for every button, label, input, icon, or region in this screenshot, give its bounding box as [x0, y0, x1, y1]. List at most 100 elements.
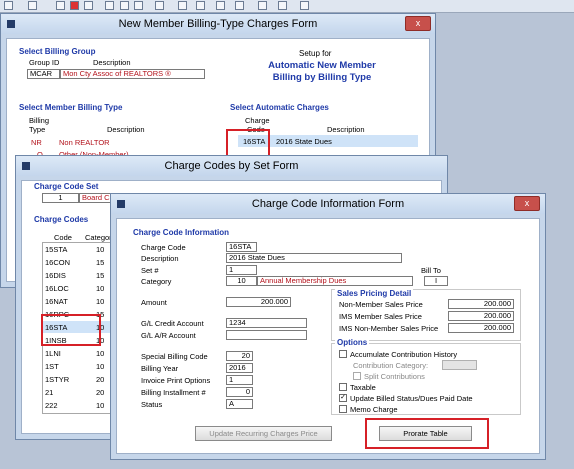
ims-member-price-field[interactable]: 200.000 — [448, 311, 514, 321]
list-item-code[interactable]: 1STYR — [45, 375, 69, 384]
accumulate-label: Accumulate Contribution History — [350, 350, 458, 359]
billing-installment-label: Billing Installment # — [141, 388, 206, 397]
group-description-field[interactable]: Mon Cty Assoc of REALTORS ® — [60, 69, 205, 79]
amount-field[interactable]: 200.000 — [226, 297, 291, 307]
billing-type-header1: Billing — [29, 116, 50, 125]
folder-icon[interactable] — [196, 1, 205, 10]
contribution-category-field[interactable] — [442, 360, 477, 370]
list-icon[interactable] — [178, 1, 187, 10]
options-heading: Options — [335, 338, 370, 347]
billing-installment-field[interactable]: 0 — [226, 387, 253, 397]
list-item-category: 10 — [96, 297, 105, 306]
titlebar: New Member Billing-Type Charges Form x — [1, 14, 435, 34]
charge-code-information-window: Charge Code Information Form x Charge Co… — [110, 193, 546, 460]
non-member-price-field[interactable]: 200.000 — [448, 299, 514, 309]
gl-ar-field[interactable] — [226, 330, 307, 340]
report-icon[interactable] — [105, 1, 114, 10]
calculator-icon[interactable] — [84, 1, 93, 10]
special-billing-field[interactable]: 20 — [226, 351, 253, 361]
billing-type-header2: Type — [29, 125, 46, 134]
print-preview-icon[interactable] — [28, 1, 37, 10]
gl-ar-label: G/L A/R Account — [141, 331, 196, 340]
set-label: Set # — [141, 266, 159, 275]
window-title: New Member Billing-Type Charges Form — [118, 18, 318, 30]
update-billed-label: Update Billed Status/Dues Paid Date — [350, 394, 473, 403]
highlight-box — [41, 314, 101, 346]
update-billed-checkbox[interactable]: ✓ — [339, 394, 347, 402]
setup-for-label: Setup for — [299, 49, 332, 58]
list-item-code[interactable]: 1ST — [45, 362, 59, 371]
edit-icon[interactable] — [56, 1, 65, 10]
list-item-code[interactable]: 16DIS — [45, 271, 66, 280]
bill-to-label: Bill To — [421, 266, 441, 275]
charge-codes-heading: Charge Codes — [34, 215, 89, 224]
billing-type-desc[interactable]: Non REALTOR — [59, 138, 110, 147]
category-label: Category — [141, 277, 172, 286]
status-field[interactable]: A — [226, 399, 253, 409]
report3-icon[interactable] — [134, 1, 143, 10]
set-number-field[interactable]: 1 — [42, 193, 79, 203]
chart-icon[interactable] — [155, 1, 164, 10]
list-item-category: 10 — [96, 284, 105, 293]
report2-icon[interactable] — [120, 1, 129, 10]
list-item-code[interactable]: 16LOC — [45, 284, 69, 293]
mail-icon[interactable] — [216, 1, 225, 10]
ims-member-price-label: IMS Member Sales Price — [339, 312, 422, 321]
invoice-print-field[interactable]: 1 — [226, 375, 253, 385]
non-member-price-label: Non-Member Sales Price — [339, 300, 423, 309]
window-title: Charge Codes by Set Form — [164, 160, 299, 172]
invoice-print-label: Invoice Print Options — [141, 376, 211, 385]
billing-year-field[interactable]: 2016 — [226, 363, 253, 373]
print-icon[interactable] — [4, 1, 13, 10]
highlight-box — [226, 129, 270, 157]
titlebar: Charge Codes by Set Form — [16, 156, 447, 176]
list-item-code[interactable]: 16NAT — [45, 297, 68, 306]
charge-code-set-heading: Charge Code Set — [34, 182, 99, 191]
update-recurring-charges-button[interactable]: Update Recurring Charges Price — [195, 426, 332, 441]
billing-year-label: Billing Year — [141, 364, 179, 373]
special-billing-label: Special Billing Code — [141, 352, 208, 361]
help-icon[interactable] — [258, 1, 267, 10]
amount-label: Amount — [141, 298, 167, 307]
window-title: Charge Code Information Form — [251, 198, 405, 210]
list-item-code[interactable]: 1LNI — [45, 349, 61, 358]
list-item-code[interactable]: 21 — [45, 388, 53, 397]
ims-non-member-price-field[interactable]: 200.000 — [448, 323, 514, 333]
accumulate-checkbox[interactable] — [339, 350, 347, 358]
set-field[interactable]: 1 — [226, 265, 257, 275]
list-item-category: 20 — [96, 388, 105, 397]
list-item-code[interactable]: 222 — [45, 401, 58, 410]
titlebar: Charge Code Information Form x — [111, 194, 545, 214]
taxable-checkbox[interactable] — [339, 383, 347, 391]
close-button[interactable]: x — [405, 16, 431, 31]
tools-icon[interactable] — [235, 1, 244, 10]
category-number-field[interactable]: 10 — [226, 276, 257, 286]
gl-credit-field[interactable]: 1234 — [226, 318, 307, 328]
select-member-billing-type-heading: Select Member Billing Type — [19, 103, 123, 112]
highlight-box — [365, 418, 489, 449]
group-id-field[interactable]: MCAR — [27, 69, 60, 79]
list-item-category: 15 — [96, 271, 105, 280]
pdf-icon[interactable] — [70, 1, 79, 10]
split-contributions-checkbox[interactable] — [353, 372, 361, 380]
charge-code-field[interactable]: 16STA — [226, 242, 257, 252]
door-icon[interactable] — [300, 1, 309, 10]
description-field[interactable]: 2016 State Dues — [226, 253, 402, 263]
list-item-category: 10 — [96, 245, 105, 254]
list-item-category: 10 — [96, 349, 105, 358]
close-button[interactable]: x — [514, 196, 540, 211]
list-item-category: 10 — [96, 362, 105, 371]
auto-charge-desc[interactable]: 2016 State Dues — [276, 137, 332, 146]
setup-line2: Billing by Billing Type — [272, 72, 372, 83]
category-description-field[interactable]: Annual Membership Dues — [257, 276, 413, 286]
sales-pricing-heading: Sales Pricing Detail — [335, 289, 414, 298]
bill-to-field[interactable]: I — [424, 276, 448, 286]
list-item-category: 10 — [96, 401, 105, 410]
billing-type-code[interactable]: NR — [31, 138, 42, 147]
memo-charge-label: Memo Charge — [350, 405, 398, 414]
list-item-code[interactable]: 16CON — [45, 258, 70, 267]
grid-icon[interactable] — [278, 1, 287, 10]
description-header: Description — [93, 58, 131, 67]
list-item-code[interactable]: 15STA — [45, 245, 67, 254]
memo-charge-checkbox[interactable] — [339, 405, 347, 413]
